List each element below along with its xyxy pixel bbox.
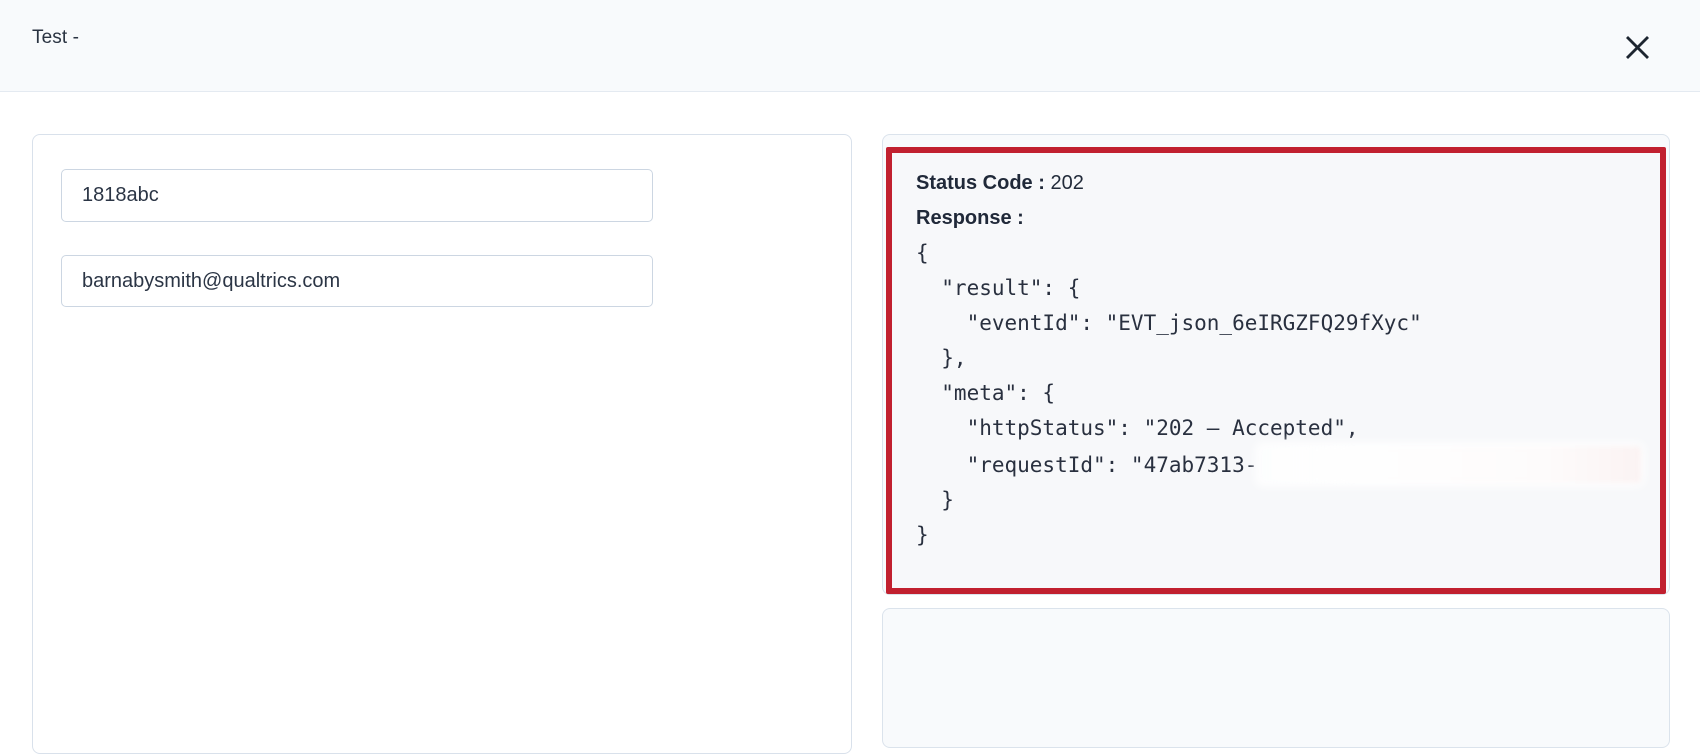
response-json: { "result": { "eventId": "EVT_json_6eIRG…	[916, 236, 1636, 553]
response-panel: Status Code : 202 Response : { "result":…	[882, 134, 1670, 595]
json-line: },	[916, 341, 1636, 376]
response-label-line: Response :	[916, 201, 1636, 236]
redacted-blur	[1259, 446, 1641, 483]
close-button[interactable]	[1613, 23, 1661, 71]
modal-header: Test -	[0, 0, 1700, 92]
status-code-label: Status Code :	[916, 172, 1045, 194]
response-secondary-box	[882, 608, 1670, 748]
response-label: Response :	[916, 207, 1024, 229]
json-line: "meta": {	[916, 376, 1636, 411]
response-highlight-box: Status Code : 202 Response : { "result":…	[886, 147, 1666, 594]
json-line: {	[916, 236, 1636, 271]
json-line: "requestId": "47ab7313-	[916, 446, 1636, 483]
test-form-panel	[32, 134, 852, 754]
email-field[interactable]	[61, 255, 653, 307]
status-code-value: 202	[1045, 172, 1084, 194]
close-icon	[1624, 34, 1651, 61]
json-line: }	[916, 483, 1636, 518]
json-line: "httpStatus": "202 – Accepted",	[916, 411, 1636, 446]
json-line: "result": {	[916, 271, 1636, 306]
external-data-reference-input[interactable]	[61, 169, 653, 222]
json-line: "eventId": "EVT_json_6eIRGZFQ29fXyc"	[916, 306, 1636, 341]
status-code-line: Status Code : 202	[916, 166, 1636, 201]
json-line: }	[916, 518, 1636, 553]
test-modal: { "modal": { "title": "Test -" }, "form"…	[0, 0, 1700, 676]
modal-title: Test -	[32, 27, 79, 49]
